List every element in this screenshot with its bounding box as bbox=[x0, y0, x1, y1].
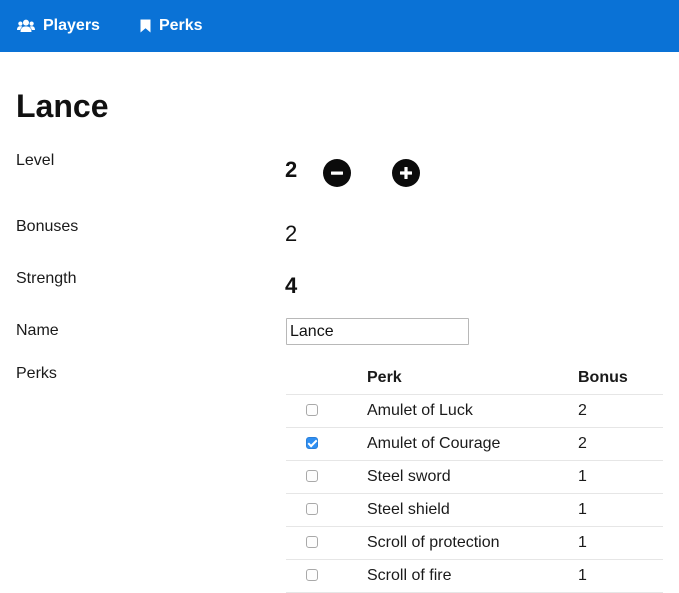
perk-bonus: 1 bbox=[578, 493, 663, 527]
plus-circle-icon bbox=[400, 167, 412, 179]
table-row: Steel sword 1 bbox=[286, 460, 663, 494]
bookmark-icon bbox=[140, 19, 151, 33]
perk-column-header: Perk bbox=[367, 362, 578, 395]
nav-players-label: Players bbox=[43, 17, 100, 34]
perk-bonus: 2 bbox=[578, 394, 663, 428]
bonuses-value: 2 bbox=[285, 221, 298, 246]
perk-checkbox[interactable] bbox=[306, 404, 318, 417]
perk-name: Scroll of fire bbox=[367, 559, 578, 593]
nav-players[interactable]: Players bbox=[17, 17, 100, 35]
level-value: 2 bbox=[285, 157, 298, 182]
level-label: Level bbox=[16, 152, 55, 169]
name-label: Name bbox=[16, 322, 59, 339]
table-row: Scroll of protection 1 bbox=[286, 526, 663, 560]
perk-name: Amulet of Courage bbox=[367, 427, 578, 461]
perk-name: Scroll of protection bbox=[367, 526, 578, 560]
checkbox-column-header bbox=[286, 362, 367, 395]
table-row: Scroll of fire 1 bbox=[286, 559, 663, 593]
perks-label: Perks bbox=[16, 365, 57, 382]
player-name-input[interactable] bbox=[286, 318, 469, 345]
perks-table: Perk Bonus Amulet of Luck 2 Amulet of Co… bbox=[286, 362, 663, 593]
perk-bonus: 1 bbox=[578, 559, 663, 593]
bonus-column-header: Bonus bbox=[578, 362, 663, 395]
perk-name: Steel shield bbox=[367, 493, 578, 527]
decrement-level-button[interactable] bbox=[323, 159, 351, 187]
perk-bonus: 1 bbox=[578, 526, 663, 560]
perk-name: Steel sword bbox=[367, 460, 578, 494]
strength-value: 4 bbox=[285, 273, 298, 298]
perk-checkbox[interactable] bbox=[306, 437, 318, 450]
perk-checkbox[interactable] bbox=[306, 470, 318, 483]
perk-checkbox[interactable] bbox=[306, 503, 318, 516]
perk-bonus: 2 bbox=[578, 427, 663, 461]
strength-label: Strength bbox=[16, 270, 77, 287]
bonuses-label: Bonuses bbox=[16, 218, 79, 235]
perks-table-header-row: Perk Bonus bbox=[286, 362, 663, 395]
minus-circle-icon bbox=[331, 171, 343, 175]
perk-bonus: 1 bbox=[578, 460, 663, 494]
perk-checkbox[interactable] bbox=[306, 536, 318, 549]
table-row: Amulet of Luck 2 bbox=[286, 394, 663, 428]
increment-level-button[interactable] bbox=[392, 159, 420, 187]
table-row: Amulet of Courage 2 bbox=[286, 427, 663, 461]
table-row: Steel shield 1 bbox=[286, 493, 663, 527]
perk-name: Amulet of Luck bbox=[367, 394, 578, 428]
nav-perks[interactable]: Perks bbox=[140, 17, 203, 35]
perk-checkbox[interactable] bbox=[306, 569, 318, 582]
nav-perks-label: Perks bbox=[158, 17, 203, 34]
top-navbar: Players Perks bbox=[0, 0, 679, 52]
player-name-title: Lance bbox=[16, 88, 109, 124]
users-icon bbox=[17, 19, 35, 32]
